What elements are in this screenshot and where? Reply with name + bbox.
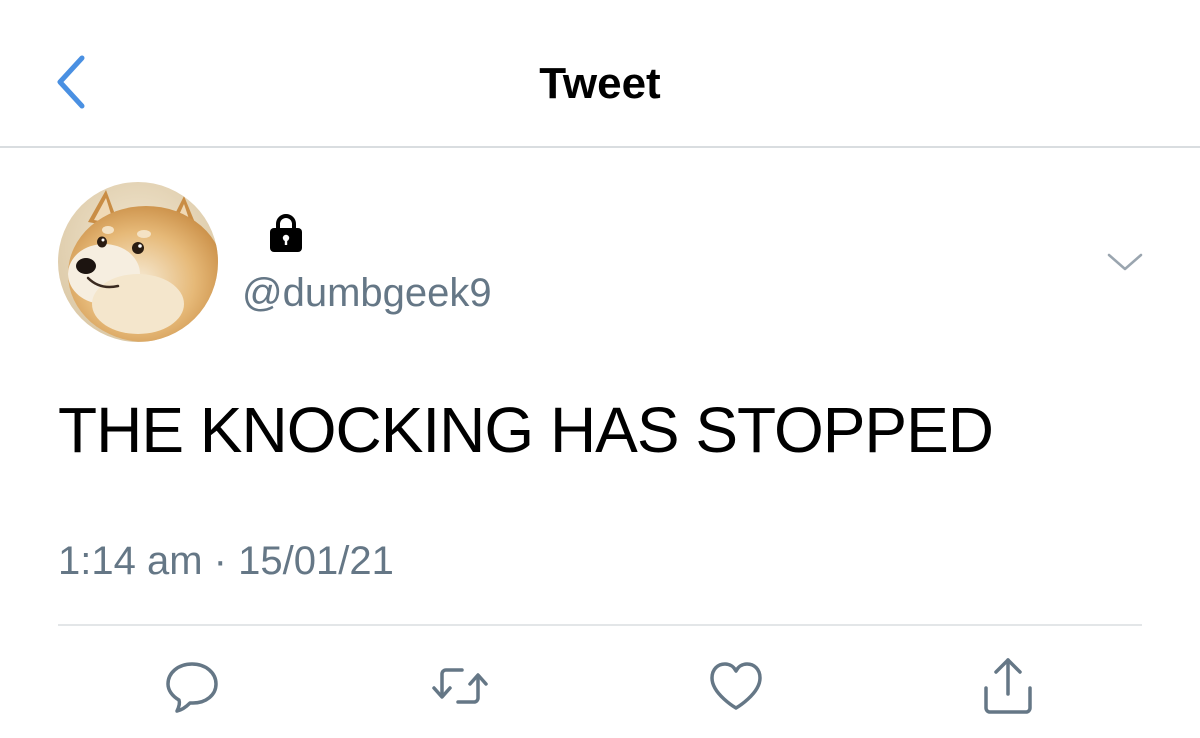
share-button[interactable] [976, 654, 1040, 718]
top-navigation-bar: Tweet [0, 0, 1200, 148]
retweet-button[interactable] [428, 654, 492, 718]
like-button[interactable] [704, 654, 768, 718]
retweet-icon [432, 668, 488, 704]
heart-icon [710, 662, 762, 710]
divider [58, 624, 1142, 626]
page-title: Tweet [539, 59, 661, 108]
tweet-text: THE KNOCKING HAS STOPPED [58, 394, 994, 466]
user-handle[interactable]: @dumbgeek9 [242, 268, 492, 318]
avatar[interactable] [58, 182, 218, 342]
doge-avatar-image [58, 182, 218, 342]
tweet-menu-button[interactable] [1100, 242, 1150, 282]
reply-button[interactable] [160, 654, 224, 718]
tweet-time: 1:14 am [58, 539, 203, 583]
reply-icon [166, 662, 218, 713]
chevron-down-icon [1107, 253, 1143, 271]
tweet-date: 15/01/21 [238, 539, 394, 583]
lock-icon [270, 214, 302, 252]
meta-separator: · [213, 539, 227, 583]
share-icon [984, 658, 1032, 714]
tweet-timestamp: 1:14 am · 15/01/21 [58, 534, 394, 588]
